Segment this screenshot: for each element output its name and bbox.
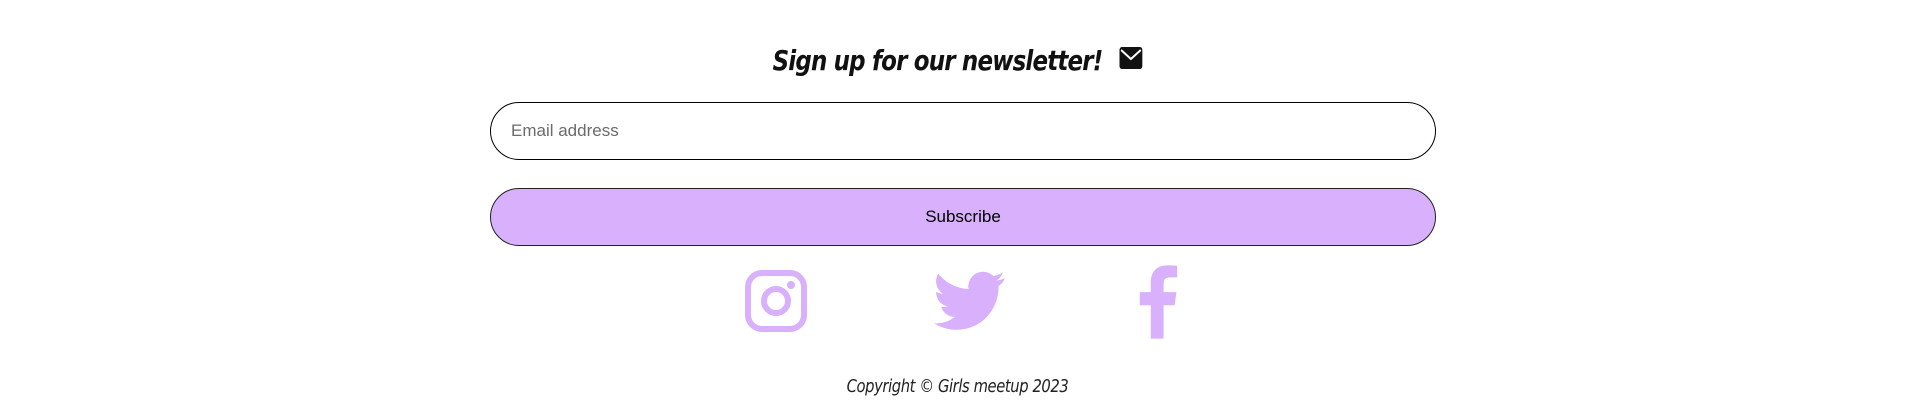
facebook-link[interactable]: [1135, 265, 1179, 339]
envelope-icon: [1119, 43, 1143, 76]
facebook-icon: [1139, 265, 1178, 339]
twitter-icon: [934, 271, 1005, 330]
email-field[interactable]: [490, 102, 1436, 160]
newsletter-heading-text: Sign up for our newsletter!: [772, 44, 1104, 77]
newsletter-heading: Sign up for our newsletter!: [172, 44, 1742, 79]
instagram-icon: [745, 270, 807, 332]
site-footer: Sign up for our newsletter! Subscribe Co…: [0, 0, 1915, 412]
copyright-text: Copyright © Girls meetup 2023: [846, 376, 1069, 397]
subscribe-button[interactable]: Subscribe: [490, 188, 1436, 246]
instagram-link[interactable]: [745, 270, 807, 332]
twitter-link[interactable]: [934, 270, 1006, 332]
